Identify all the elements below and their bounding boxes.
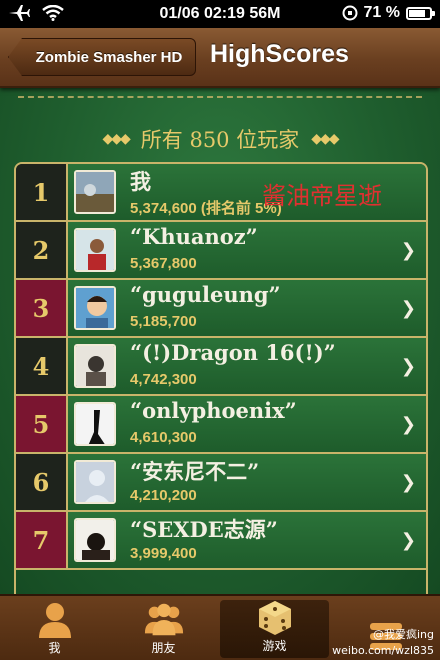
leaderboard-area: ◆◆◆ 所有 850 位玩家 ◆◆◆ 1 我 5,374,600 (排名前 5%…	[0, 88, 440, 594]
player-score: 5,374,600 (排名前 5%)	[130, 200, 282, 217]
row-body: “(!)Dragon 16(!)” 4,742,300 ❯	[68, 338, 426, 394]
row-body: “安东尼不二” 4,210,200 ❯	[68, 454, 426, 510]
player-name: 我	[130, 169, 151, 194]
battery-icon	[406, 6, 435, 20]
rank-number: 3	[16, 280, 68, 336]
back-button[interactable]: Zombie Smasher HD	[8, 38, 196, 76]
ornament-right-icon: ◆◆◆	[311, 131, 339, 147]
overlay-watermark-text: 酱油帝星逝	[262, 182, 382, 210]
tab-bar: 我 朋友 游戏 @我爱疯ing weibo.com/wzl835	[0, 594, 440, 660]
dice-icon	[254, 599, 296, 637]
chevron-right-icon: ❯	[400, 414, 416, 435]
player-score: 5,367,800	[130, 255, 197, 272]
player-name: “onlyphoenix”	[130, 398, 297, 423]
player-score: 4,610,300	[130, 429, 197, 446]
avatar	[74, 402, 116, 446]
rank-number: 1	[16, 164, 68, 220]
tab-label: 朋友	[151, 641, 176, 655]
page-title: HighScores	[210, 40, 349, 68]
player-score: 5,185,700	[130, 313, 197, 330]
battery-percent: 71 %	[363, 4, 400, 21]
chevron-right-icon: ❯	[400, 298, 416, 319]
battery-fill	[409, 9, 425, 17]
rank-number: 5	[16, 396, 68, 452]
row-body: “guguleung” 5,185,700 ❯	[68, 280, 426, 336]
leaderboard-row[interactable]: 7 “SEXDE志源” 3,999,400 ❯	[16, 512, 426, 570]
avatar	[74, 228, 116, 272]
players-count-text: 所有 850 位玩家	[140, 128, 300, 152]
player-name: “安东尼不二”	[130, 459, 260, 484]
rank-number: 4	[16, 338, 68, 394]
avatar	[74, 518, 116, 562]
tab-games[interactable]: 游戏	[220, 600, 329, 658]
leaderboard-row[interactable]: 4 “(!)Dragon 16(!)” 4,742,300 ❯	[16, 338, 426, 396]
rotation-lock-icon	[342, 5, 358, 21]
player-score: 4,210,200	[130, 487, 197, 504]
status-right: 71 %	[342, 4, 435, 22]
rank-number: 7	[16, 512, 68, 568]
player-name: “(!)Dragon 16(!)”	[130, 340, 336, 365]
status-bar: 01/06 02:19 56M 71 %	[0, 0, 440, 28]
avatar	[74, 344, 116, 388]
tab-friends[interactable]: 朋友	[109, 596, 218, 660]
tab-label: 游戏	[262, 639, 287, 653]
leaderboard-row[interactable]: 2 “Khuanoz” 5,367,800 ❯	[16, 222, 426, 280]
tab-me[interactable]: 我	[0, 596, 109, 660]
row-body: “Khuanoz” 5,367,800 ❯	[68, 222, 426, 278]
chevron-right-icon: ❯	[400, 356, 416, 377]
player-name: “guguleung”	[130, 282, 281, 307]
chevron-right-icon: ❯	[400, 240, 416, 261]
player-score: 3,999,400	[130, 545, 197, 562]
nav-bar: Zombie Smasher HD HighScores	[0, 28, 440, 88]
weibo-handle: @我爱疯ing	[372, 628, 434, 642]
player-score: 4,742,300	[130, 371, 197, 388]
leaderboard-row[interactable]: 6 “安东尼不二” 4,210,200 ❯	[16, 454, 426, 512]
ornament-left-icon: ◆◆◆	[102, 131, 130, 147]
weibo-url: weibo.com/wzl835	[332, 643, 434, 657]
chevron-right-icon: ❯	[400, 472, 416, 493]
chevron-right-icon: ❯	[400, 530, 416, 551]
rank-number: 6	[16, 454, 68, 510]
row-body: “SEXDE志源” 3,999,400 ❯	[68, 512, 426, 568]
rank-number: 2	[16, 222, 68, 278]
tab-label: 我	[48, 641, 61, 655]
weibo-watermark: @我爱疯ing weibo.com/wzl835	[332, 627, 434, 658]
player-name: “SEXDE志源”	[130, 517, 278, 542]
leaderboard-row[interactable]: 3 “guguleung” 5,185,700 ❯	[16, 280, 426, 338]
leaderboard-row[interactable]: 5 “onlyphoenix” 4,610,300 ❯	[16, 396, 426, 454]
avatar	[74, 286, 116, 330]
stitch-divider	[18, 96, 422, 98]
friends-icon	[143, 599, 185, 639]
avatar	[74, 460, 116, 504]
leaderboard-table: 1 我 5,374,600 (排名前 5%) 2 “Khuanoz” 5,367…	[14, 162, 428, 594]
avatar	[74, 170, 116, 214]
players-header: ◆◆◆ 所有 850 位玩家 ◆◆◆	[0, 124, 440, 154]
player-name: “Khuanoz”	[130, 224, 258, 249]
row-body: “onlyphoenix” 4,610,300 ❯	[68, 396, 426, 452]
person-icon	[34, 599, 76, 639]
